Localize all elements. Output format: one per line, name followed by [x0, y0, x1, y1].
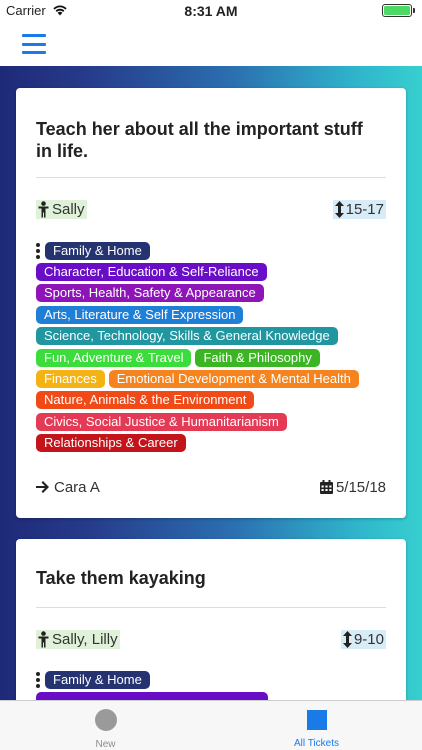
due-date: 5/15/18 [319, 478, 386, 496]
child-badge: Sally [36, 199, 87, 219]
status-bar: Carrier 8:31 AM [0, 0, 422, 22]
tag: Nature, Animals & the Environment [36, 391, 255, 410]
ticket-meta-row: Sally, Lilly 9-10 [36, 627, 386, 651]
person-icon [38, 630, 49, 647]
child-names: Sally [52, 200, 85, 218]
calendar-icon [319, 480, 333, 494]
tab-label: New [95, 739, 116, 750]
more-options-icon[interactable] [36, 671, 41, 688]
assignee-name: Cara A [54, 478, 100, 496]
circle-icon [94, 709, 117, 731]
tag-partial [36, 692, 268, 700]
tag: Finances [36, 370, 105, 389]
tag: Family & Home [45, 670, 150, 689]
tag: Family & Home [45, 241, 150, 260]
tab-bar: New All Tickets [0, 700, 422, 750]
tag: Arts, Literature & Self Expression [36, 305, 244, 324]
square-icon [306, 710, 327, 730]
tab-new[interactable]: New [0, 701, 211, 750]
due-date-value: 5/15/18 [335, 478, 386, 496]
tag: Civics, Social Justice & Humanitarianism [36, 412, 287, 431]
tag-list: Family & Home Character, Education & Sel… [36, 240, 386, 454]
ticket-footer: Cara A 5/15/18 [36, 476, 386, 498]
tag: Fun, Adventure & Travel [36, 348, 192, 367]
person-icon [38, 200, 49, 217]
tag: Sports, Health, Safety & Appearance [36, 284, 264, 303]
tag: Science, Technology, Skills & General Kn… [36, 327, 338, 346]
more-options-icon[interactable] [36, 242, 41, 259]
tab-label: All Tickets [293, 738, 339, 749]
tab-all-tickets[interactable]: All Tickets [211, 701, 422, 750]
ticket-title: Take them kayaking [36, 568, 206, 588]
arrow-right-icon [36, 481, 49, 493]
tickets-list[interactable]: Teach her about all the important stuff … [0, 66, 422, 700]
tag: Emotional Development & Mental Health [108, 370, 359, 389]
age-badge: 15-17 [332, 199, 386, 219]
age-badge: 9-10 [340, 629, 386, 649]
tag: Relationships & Career [36, 434, 186, 453]
age-range: 15-17 [345, 200, 384, 218]
battery-icon [382, 4, 415, 17]
assignee: Cara A [36, 479, 100, 496]
navigation-bar [0, 22, 422, 66]
hamburger-menu-icon[interactable] [22, 34, 46, 54]
divider [36, 607, 386, 608]
age-range: 9-10 [353, 630, 384, 648]
ticket-card[interactable]: Take them kayaking Sally, Lilly 9-10 Fam… [16, 539, 406, 700]
tag: Faith & Philosophy [195, 348, 320, 367]
height-arrows-icon [334, 200, 344, 218]
divider [36, 177, 386, 178]
child-badge: Sally, Lilly [36, 629, 120, 649]
ticket-card[interactable]: Teach her about all the important stuff … [16, 88, 406, 518]
status-time: 8:31 AM [184, 3, 238, 19]
child-names: Sally, Lilly [52, 630, 118, 648]
height-arrows-icon [342, 630, 352, 648]
tag-list: Family & Home [36, 669, 386, 700]
ticket-title: Teach her about all the important stuff … [36, 119, 363, 161]
ticket-meta-row: Sally 15-17 [36, 197, 386, 221]
tag: Character, Education & Self-Reliance [36, 263, 267, 282]
